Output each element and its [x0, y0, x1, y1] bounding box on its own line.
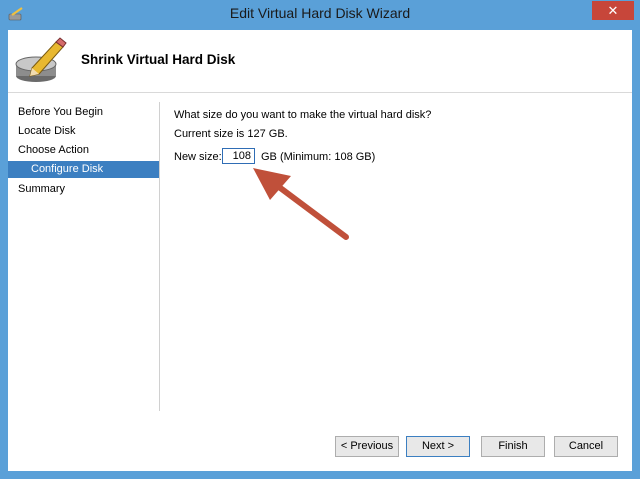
next-button[interactable]: Next >: [406, 436, 470, 457]
wizard-header: Shrink Virtual Hard Disk: [8, 30, 632, 93]
new-size-label: New size:: [174, 151, 222, 163]
nav-item-choose-action[interactable]: Choose Action: [8, 142, 159, 159]
nav-item-label: Before You Begin: [18, 106, 104, 118]
new-size-unit: GB (Minimum: 108 GB): [261, 151, 376, 163]
nav-item-label: Configure Disk: [31, 163, 104, 175]
edit-disk-icon: [15, 37, 67, 82]
nav-divider: [159, 102, 160, 411]
wizard-steps-nav: Before You Begin Locate Disk Choose Acti…: [8, 93, 159, 411]
nav-item-configure-disk[interactable]: Configure Disk: [8, 161, 159, 178]
wizard-window: Edit Virtual Hard Disk Wizard ✕ Shrink V…: [0, 0, 640, 479]
nav-item-label: Summary: [18, 183, 66, 195]
current-size-text: Current size is 127 GB.: [174, 128, 288, 140]
cancel-button[interactable]: Cancel: [554, 436, 618, 457]
finish-button[interactable]: Finish: [481, 436, 545, 457]
nav-item-before-you-begin[interactable]: Before You Begin: [8, 104, 159, 121]
previous-button[interactable]: < Previous: [335, 436, 399, 457]
nav-item-label: Locate Disk: [18, 125, 76, 137]
window-title: Edit Virtual Hard Disk Wizard: [229, 5, 411, 21]
new-size-input[interactable]: [222, 148, 255, 164]
page-title: Shrink Virtual Hard Disk: [81, 52, 236, 67]
nav-item-label: Choose Action: [18, 144, 89, 156]
title-bar[interactable]: Edit Virtual Hard Disk Wizard ✕: [0, 0, 640, 28]
nav-item-summary[interactable]: Summary: [8, 181, 159, 198]
wizard-footer: < Previous Next > Finish Cancel: [8, 411, 632, 471]
close-button[interactable]: ✕: [592, 1, 634, 20]
size-question: What size do you want to make the virtua…: [174, 109, 432, 121]
nav-item-locate-disk[interactable]: Locate Disk: [8, 123, 159, 140]
wizard-client: Shrink Virtual Hard Disk Before You Begi…: [8, 30, 632, 471]
